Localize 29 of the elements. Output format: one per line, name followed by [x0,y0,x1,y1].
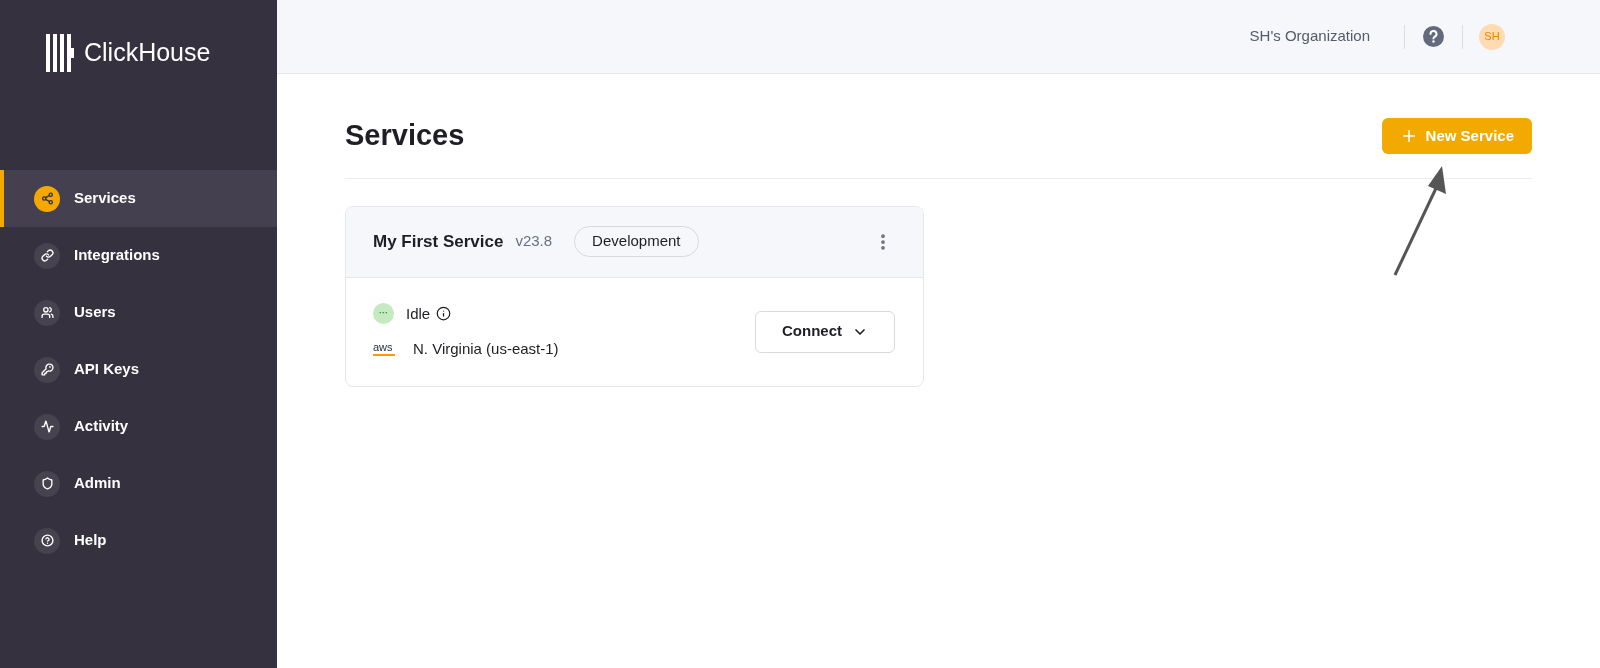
status-label: Idle [406,303,431,324]
page-title: Services [345,118,465,153]
aws-logo: aws [373,342,395,357]
pulse-icon [34,413,60,440]
sidebar-item[interactable]: Admin [0,455,277,512]
sidebar-item[interactable]: Help [0,512,277,569]
service-card[interactable]: My First Service v23.8 Development ··· Idle aws N. Virginia (us-east-1) Connect [345,205,924,387]
logo-icon [46,34,74,72]
organization-selector[interactable]: SH's Organization [1249,24,1405,49]
network-icon [34,185,60,212]
sidebar-item[interactable]: Users [0,284,277,341]
service-version: v23.8 [515,231,553,252]
shield-icon [34,470,60,497]
users-icon [34,299,60,326]
help-icon [34,527,60,554]
sidebar-item[interactable]: Integrations [0,227,277,284]
link-icon [34,242,60,269]
help-icon[interactable] [1423,26,1444,47]
sidebar-item[interactable]: Services [0,170,277,227]
info-icon[interactable] [436,306,452,322]
connect-button[interactable]: Connect [755,310,895,353]
sidebar-item[interactable]: Activity [0,398,277,455]
region-label: N. Virginia (us-east-1) [413,339,559,359]
sidebar-item[interactable]: API Keys [0,341,277,398]
environment-tag: Development [574,226,699,257]
key-icon [34,356,60,383]
logo-text: ClickHouse [84,37,211,69]
status-badge: ··· [373,303,394,325]
service-name: My First Service [373,230,504,253]
